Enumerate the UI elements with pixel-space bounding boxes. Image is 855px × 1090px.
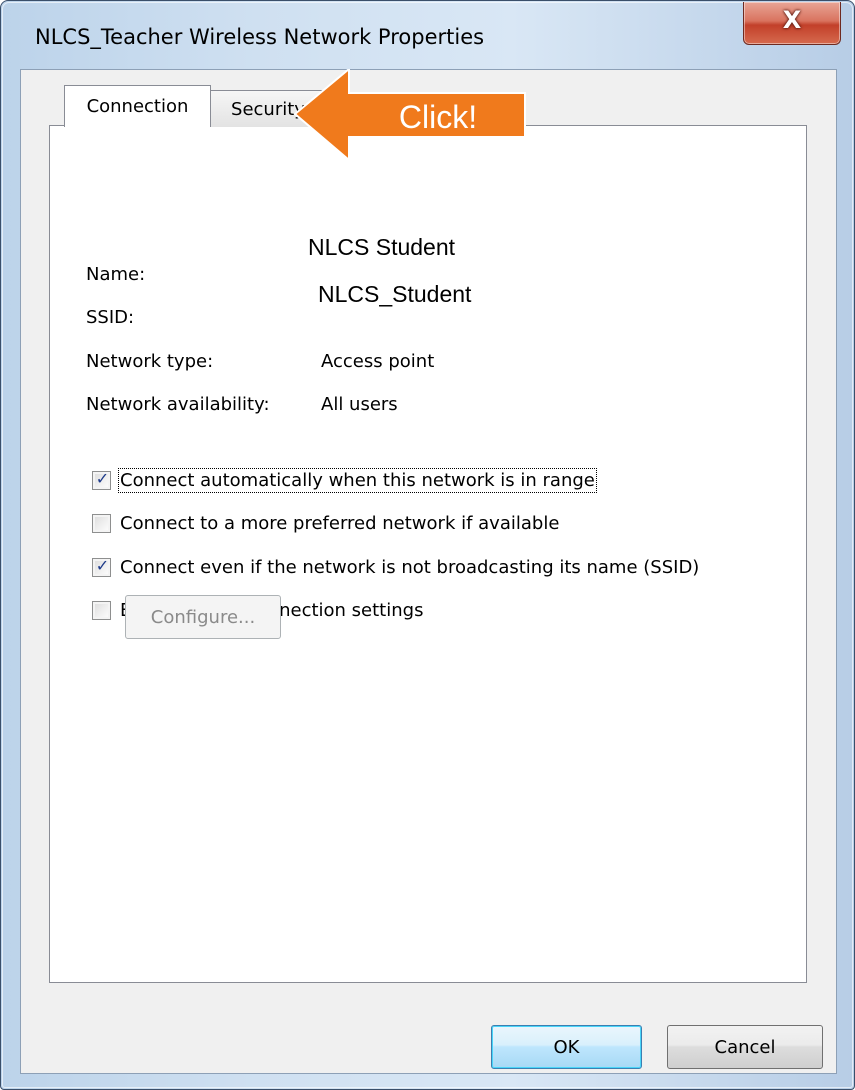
preferred-network-checkbox[interactable] [92,513,111,533]
wlan-settings-checkbox[interactable] [92,600,111,620]
name-value: NLCS Student [308,234,456,260]
hidden-ssid-label[interactable]: Connect even if the network is not broad… [120,557,699,578]
connection-panel: Name: NLCS Student SSID: NLCS_Student Ne… [49,125,807,983]
click-callout-arrow: Click! [291,69,527,161]
tab-connection-label: Connection [86,96,189,117]
network-type-value: Access point [321,351,435,372]
dialog-client-area: Connection Security Name: NLCS Student S… [20,69,837,1074]
checkmark-icon: ✓ [95,468,110,488]
auto-connect-option[interactable]: ✓ Connect automatically when this networ… [92,467,597,493]
preferred-network-label[interactable]: Connect to a more preferred network if a… [120,513,559,534]
checkmark-icon: ✓ [95,555,110,575]
preferred-network-option[interactable]: Connect to a more preferred network if a… [92,511,559,535]
properties-dialog: NLCS_Teacher Wireless Network Properties… [0,0,855,1090]
tab-connection[interactable]: Connection [64,85,211,127]
window-title: NLCS_Teacher Wireless Network Properties [35,25,485,49]
cancel-button[interactable]: Cancel [667,1025,823,1069]
name-label: Name: [86,264,146,285]
auto-connect-label[interactable]: Connect automatically when this network … [118,467,597,493]
ssid-value: NLCS_Student [318,281,472,307]
auto-connect-checkbox[interactable]: ✓ [92,468,111,490]
network-availability-value: All users [321,394,398,415]
hidden-ssid-checkbox[interactable]: ✓ [92,555,111,577]
callout-text: Click! [398,99,478,135]
close-icon: X [782,6,802,34]
configure-button[interactable]: Configure... [125,595,281,639]
hidden-ssid-option[interactable]: ✓ Connect even if the network is not bro… [92,555,699,579]
network-availability-label: Network availability: [86,394,270,415]
ok-button[interactable]: OK [491,1025,642,1069]
network-type-label: Network type: [86,351,214,372]
close-button[interactable]: X [743,2,841,45]
ssid-label: SSID: [86,307,135,328]
